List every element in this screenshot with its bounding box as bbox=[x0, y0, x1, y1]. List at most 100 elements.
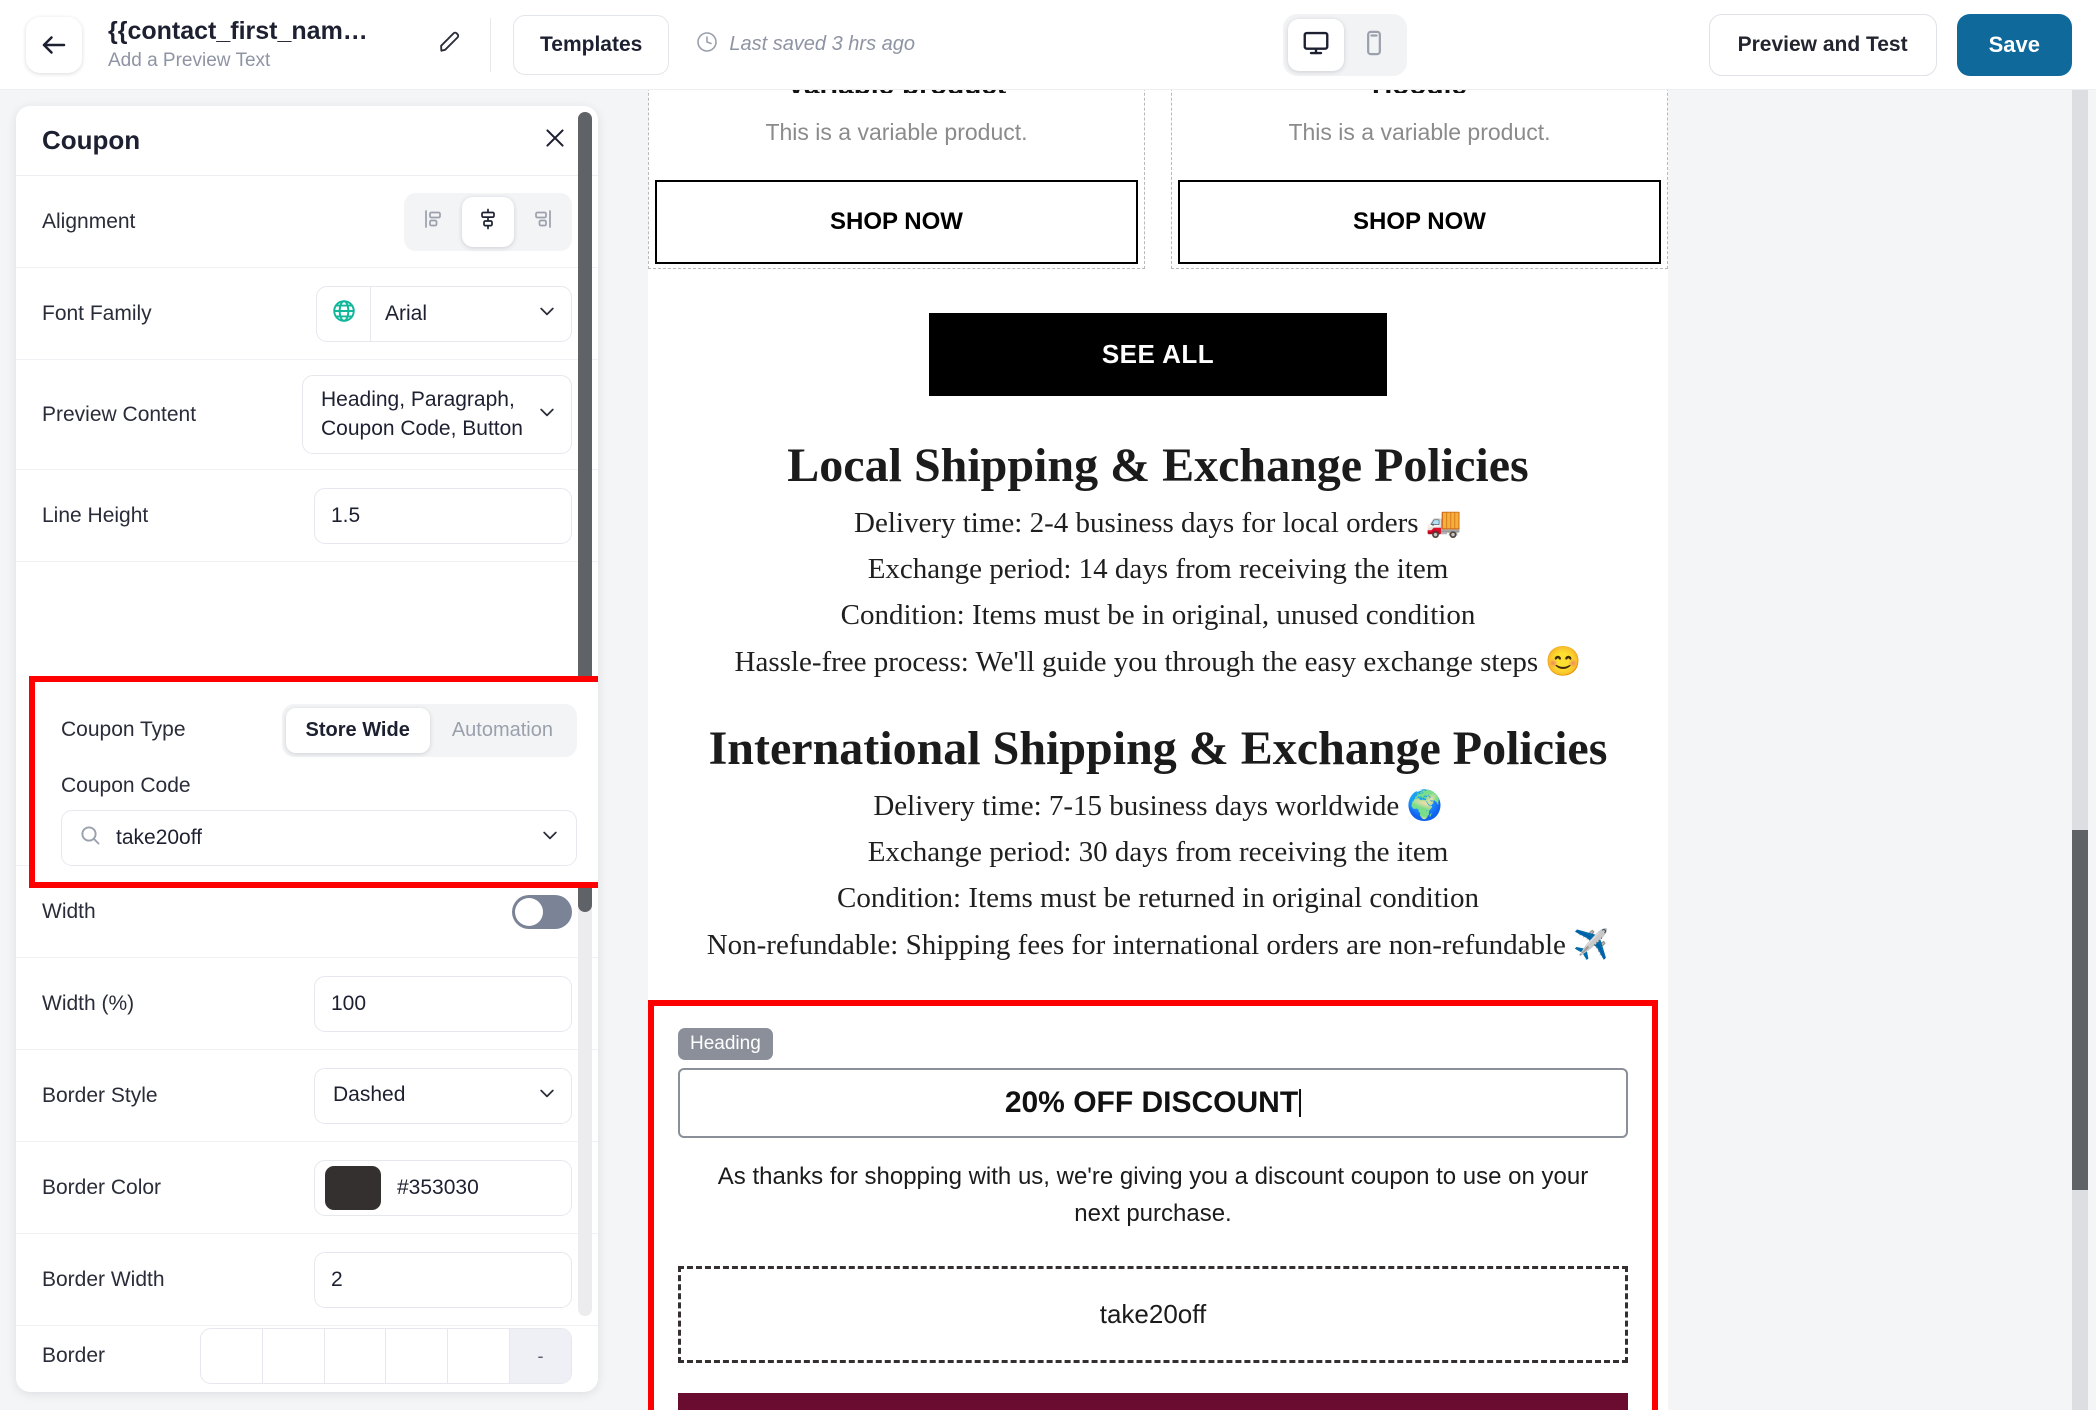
edit-title-button[interactable] bbox=[430, 25, 470, 65]
border-color-swatch[interactable] bbox=[325, 1165, 381, 1210]
product-shop-now-button[interactable]: SHOP NOW bbox=[1178, 180, 1661, 264]
chevron-down-icon bbox=[537, 1083, 557, 1109]
font-language-button[interactable] bbox=[317, 286, 371, 341]
campaign-title-block: {{contact_first_nam… Add a Preview Text bbox=[108, 17, 408, 73]
preview-content-select[interactable]: Heading, Paragraph, Coupon Code, Button bbox=[302, 375, 572, 454]
toggle-knob bbox=[515, 897, 543, 926]
width-percent-value: 100 bbox=[331, 991, 367, 1015]
preview-text-placeholder[interactable]: Add a Preview Text bbox=[108, 50, 408, 72]
coupon-type-label: Coupon Type bbox=[61, 718, 186, 741]
shipping-section-international: International Shipping & Exchange Polici… bbox=[648, 721, 1668, 962]
setting-row-preview-content: Preview Content Heading, Paragraph, Coup… bbox=[16, 360, 598, 470]
coupon-heading-text: 20% OFF DISCOUNT bbox=[1004, 1086, 1299, 1119]
align-left-button[interactable] bbox=[408, 197, 460, 247]
templates-button[interactable]: Templates bbox=[513, 14, 670, 75]
width-percent-input[interactable]: 100 bbox=[314, 975, 572, 1032]
setting-row-border-width: Border Width 2 bbox=[16, 1234, 598, 1326]
preview-and-test-label: Preview and Test bbox=[1737, 33, 1908, 56]
border-color-control[interactable]: #353030 bbox=[314, 1159, 572, 1216]
preview-scrollbar-track[interactable] bbox=[2072, 90, 2088, 1410]
last-saved-status: Last saved 3 hrs ago bbox=[695, 30, 915, 60]
panel-header: Coupon bbox=[16, 106, 598, 176]
product-shop-now-button[interactable]: SHOP NOW bbox=[655, 180, 1138, 264]
align-right-icon bbox=[530, 207, 554, 236]
section-line: Delivery time: 2-4 business days for loc… bbox=[854, 507, 1462, 539]
setting-row-border-style: Border Style Dashed bbox=[16, 1050, 598, 1142]
coupon-type-segmented-control: Store Wide Automation bbox=[281, 703, 577, 757]
border-width-input[interactable]: 2 bbox=[314, 1251, 572, 1308]
align-right-button[interactable] bbox=[516, 197, 568, 247]
pencil-icon bbox=[437, 29, 463, 60]
section-line: Exchange period: 14 days from receiving … bbox=[867, 553, 1449, 585]
chevron-down-icon bbox=[537, 402, 557, 428]
border-radius-cell-4[interactable] bbox=[386, 1329, 449, 1383]
setting-row-border-color: Border Color #353030 bbox=[16, 1142, 598, 1234]
email-canvas: Variable product This is a variable prod… bbox=[648, 90, 1668, 1410]
preview-and-test-button[interactable]: Preview and Test bbox=[1708, 14, 1937, 76]
top-bar-actions: Preview and Test Save bbox=[1708, 0, 2072, 90]
heading-badge: Heading bbox=[678, 1028, 773, 1060]
section-heading: Local Shipping & Exchange Policies bbox=[787, 439, 1529, 492]
border-width-label: Border Width bbox=[42, 1267, 165, 1291]
coupon-code-select[interactable]: take20off bbox=[61, 810, 577, 866]
save-label: Save bbox=[1988, 32, 2040, 57]
border-radius-label: Border bbox=[42, 1344, 106, 1367]
alignment-label: Alignment bbox=[42, 209, 136, 233]
desktop-icon bbox=[1301, 28, 1331, 63]
coupon-paragraph: As thanks for shopping with us, we're gi… bbox=[717, 1163, 1589, 1228]
font-family-value: Arial bbox=[385, 301, 428, 325]
panel-title: Coupon bbox=[42, 125, 140, 156]
mobile-icon bbox=[1360, 29, 1388, 62]
chevron-down-icon bbox=[537, 301, 557, 327]
coupon-type-option-store-wide[interactable]: Store Wide bbox=[285, 707, 430, 753]
line-height-label: Line Height bbox=[42, 503, 149, 527]
section-line: Non-refundable: Shipping fees for intern… bbox=[706, 929, 1610, 961]
border-radius-cell-2[interactable] bbox=[263, 1329, 325, 1383]
border-radius-cell-6[interactable]: - bbox=[510, 1329, 571, 1383]
border-width-value: 2 bbox=[331, 1267, 343, 1291]
border-radius-control: - bbox=[200, 1328, 572, 1384]
coupon-heading-editable[interactable]: 20% OFF DISCOUNT bbox=[678, 1068, 1628, 1138]
section-line: Exchange period: 30 days from receiving … bbox=[867, 836, 1449, 868]
width-toggle[interactable] bbox=[512, 894, 572, 929]
setting-row-line-height: Line Height 1.5 bbox=[16, 470, 598, 562]
email-preview-stage: Variable product This is a variable prod… bbox=[614, 90, 2096, 1410]
width-percent-label: Width (%) bbox=[42, 991, 135, 1015]
font-family-select[interactable]: Arial bbox=[371, 287, 571, 341]
preview-scrollbar-thumb[interactable] bbox=[2072, 830, 2088, 1190]
panel-title-text: Coupon bbox=[42, 125, 141, 155]
coupon-settings-panel: Coupon Alignment Font Family Arial Previ… bbox=[16, 106, 598, 1392]
font-family-label: Font Family bbox=[42, 301, 152, 325]
border-radius-cell-5[interactable] bbox=[448, 1329, 511, 1383]
width-label: Width bbox=[42, 899, 96, 923]
see-all-button[interactable]: SEE ALL bbox=[929, 313, 1387, 396]
section-line: Delivery time: 7-15 business days worldw… bbox=[873, 790, 1443, 822]
close-panel-button[interactable] bbox=[538, 124, 572, 158]
product-card[interactable]: Variable product This is a variable prod… bbox=[648, 90, 1145, 269]
coupon-code-value: take20off bbox=[116, 826, 203, 849]
coupon-code-label: Coupon Code bbox=[61, 774, 191, 797]
section-line: Condition: Items must be returned in ori… bbox=[837, 882, 1479, 914]
device-desktop-button[interactable] bbox=[1288, 19, 1344, 71]
top-bar: {{contact_first_nam… Add a Preview Text … bbox=[0, 0, 2096, 90]
save-button[interactable]: Save bbox=[1956, 14, 2072, 76]
border-style-label: Border Style bbox=[42, 1083, 158, 1107]
preview-content-label: Preview Content bbox=[42, 402, 197, 426]
device-mobile-button[interactable] bbox=[1346, 19, 1402, 71]
border-style-select[interactable]: Dashed bbox=[314, 1067, 572, 1124]
align-center-button[interactable] bbox=[462, 196, 514, 247]
coupon-shop-now-button[interactable]: SHOP NOW bbox=[678, 1393, 1628, 1410]
campaign-title: {{contact_first_nam… bbox=[108, 16, 368, 45]
line-height-input[interactable]: 1.5 bbox=[314, 487, 572, 544]
line-height-value: 1.5 bbox=[331, 503, 361, 527]
back-button[interactable] bbox=[26, 16, 82, 73]
product-card[interactable]: Hoodie This is a variable product. SHOP … bbox=[1171, 90, 1668, 269]
border-radius-cell-3[interactable] bbox=[325, 1329, 387, 1383]
coupon-type-option-automation[interactable]: Automation bbox=[432, 708, 573, 753]
coupon-code-display[interactable]: take20off bbox=[678, 1266, 1628, 1364]
clock-icon bbox=[695, 30, 719, 60]
globe-icon bbox=[331, 298, 357, 329]
arrow-left-icon bbox=[39, 30, 69, 60]
last-saved-text: Last saved 3 hrs ago bbox=[729, 33, 916, 55]
border-radius-cell-1[interactable] bbox=[201, 1329, 263, 1383]
